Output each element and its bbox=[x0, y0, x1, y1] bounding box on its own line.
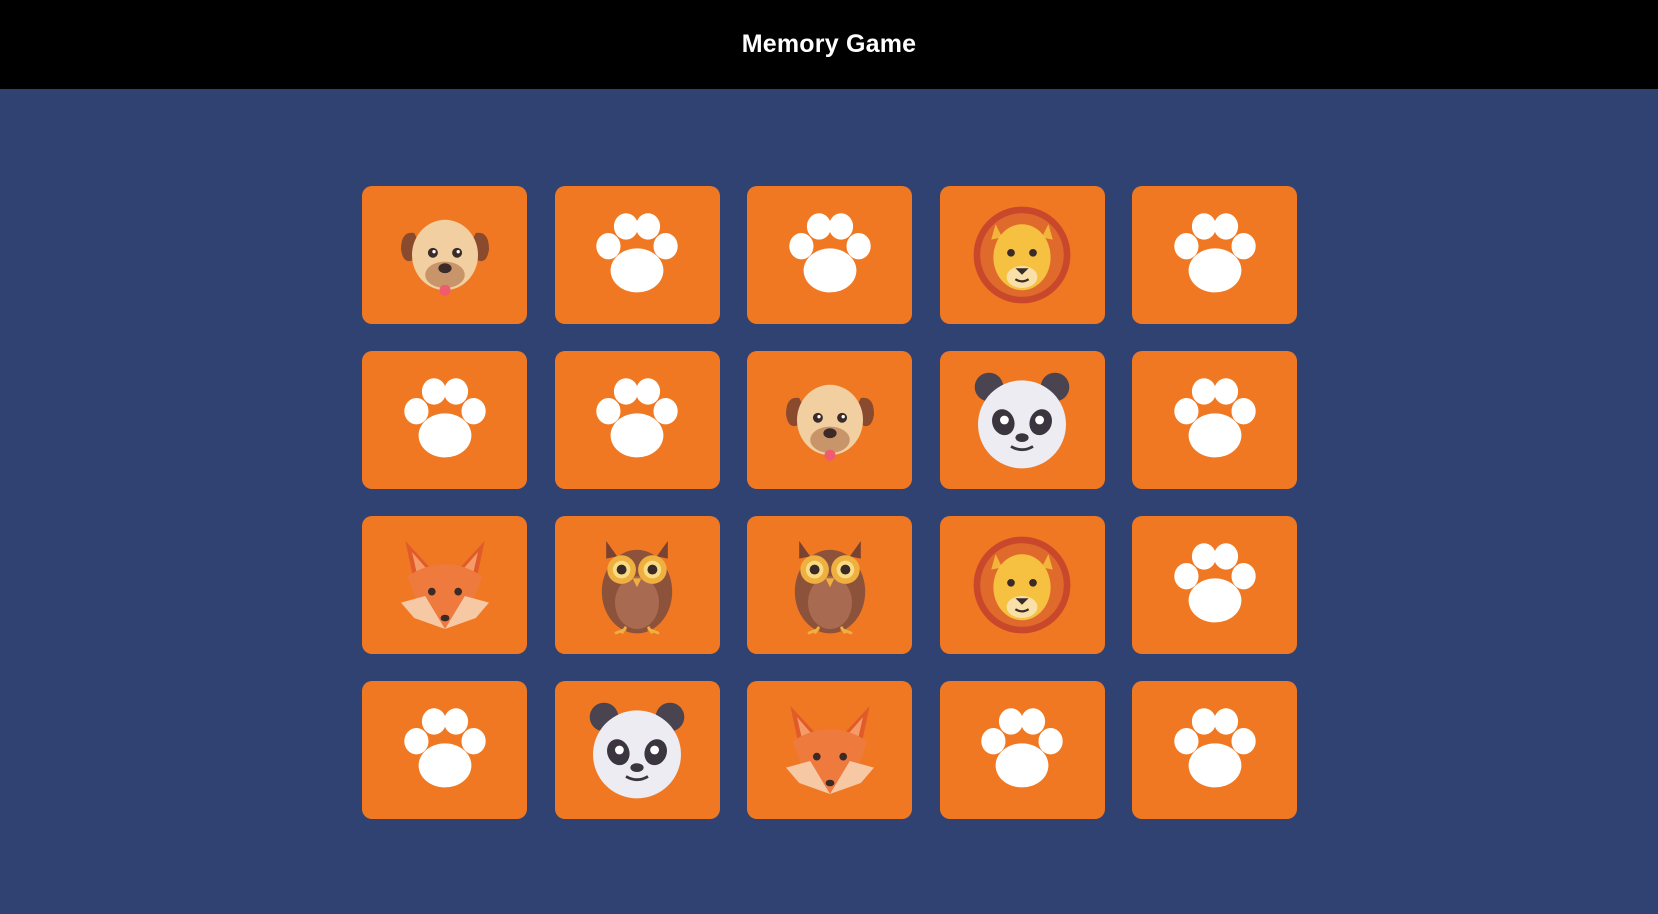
fox-icon bbox=[775, 695, 885, 805]
dog-icon bbox=[775, 365, 885, 475]
card-revealed[interactable] bbox=[362, 516, 527, 654]
paw-icon bbox=[582, 200, 692, 310]
card-facedown[interactable] bbox=[1132, 351, 1297, 489]
panda-icon bbox=[967, 365, 1077, 475]
game-board bbox=[362, 186, 1297, 819]
paw-icon bbox=[1160, 200, 1270, 310]
paw-icon bbox=[1160, 530, 1270, 640]
card-revealed[interactable] bbox=[939, 516, 1105, 654]
card-facedown[interactable] bbox=[1132, 516, 1297, 654]
lion-icon bbox=[967, 530, 1077, 640]
paw-icon bbox=[582, 365, 692, 475]
card-facedown[interactable] bbox=[1132, 186, 1297, 324]
paw-icon bbox=[390, 365, 500, 475]
panda-icon bbox=[582, 695, 692, 805]
card-facedown[interactable] bbox=[747, 186, 912, 324]
paw-icon bbox=[1160, 365, 1270, 475]
card-revealed[interactable] bbox=[747, 516, 912, 654]
paw-icon bbox=[1160, 695, 1270, 805]
page-title: Memory Game bbox=[741, 30, 917, 58]
card-facedown[interactable] bbox=[362, 681, 527, 819]
card-revealed[interactable] bbox=[362, 186, 527, 324]
card-facedown[interactable] bbox=[939, 681, 1105, 819]
paw-icon bbox=[967, 695, 1077, 805]
paw-icon bbox=[775, 200, 885, 310]
card-revealed[interactable] bbox=[554, 681, 720, 819]
card-revealed[interactable] bbox=[939, 351, 1105, 489]
owl-icon bbox=[582, 530, 692, 640]
header-bar: Memory Game bbox=[0, 0, 1658, 89]
card-facedown[interactable] bbox=[1132, 681, 1297, 819]
card-revealed[interactable] bbox=[747, 351, 912, 489]
dog-icon bbox=[390, 200, 500, 310]
card-revealed[interactable] bbox=[554, 516, 720, 654]
paw-icon bbox=[390, 695, 500, 805]
card-facedown[interactable] bbox=[554, 351, 720, 489]
card-revealed[interactable] bbox=[747, 681, 912, 819]
lion-icon bbox=[967, 200, 1077, 310]
fox-icon bbox=[390, 530, 500, 640]
card-facedown[interactable] bbox=[554, 186, 720, 324]
card-revealed[interactable] bbox=[939, 186, 1105, 324]
card-facedown[interactable] bbox=[362, 351, 527, 489]
owl-icon bbox=[775, 530, 885, 640]
